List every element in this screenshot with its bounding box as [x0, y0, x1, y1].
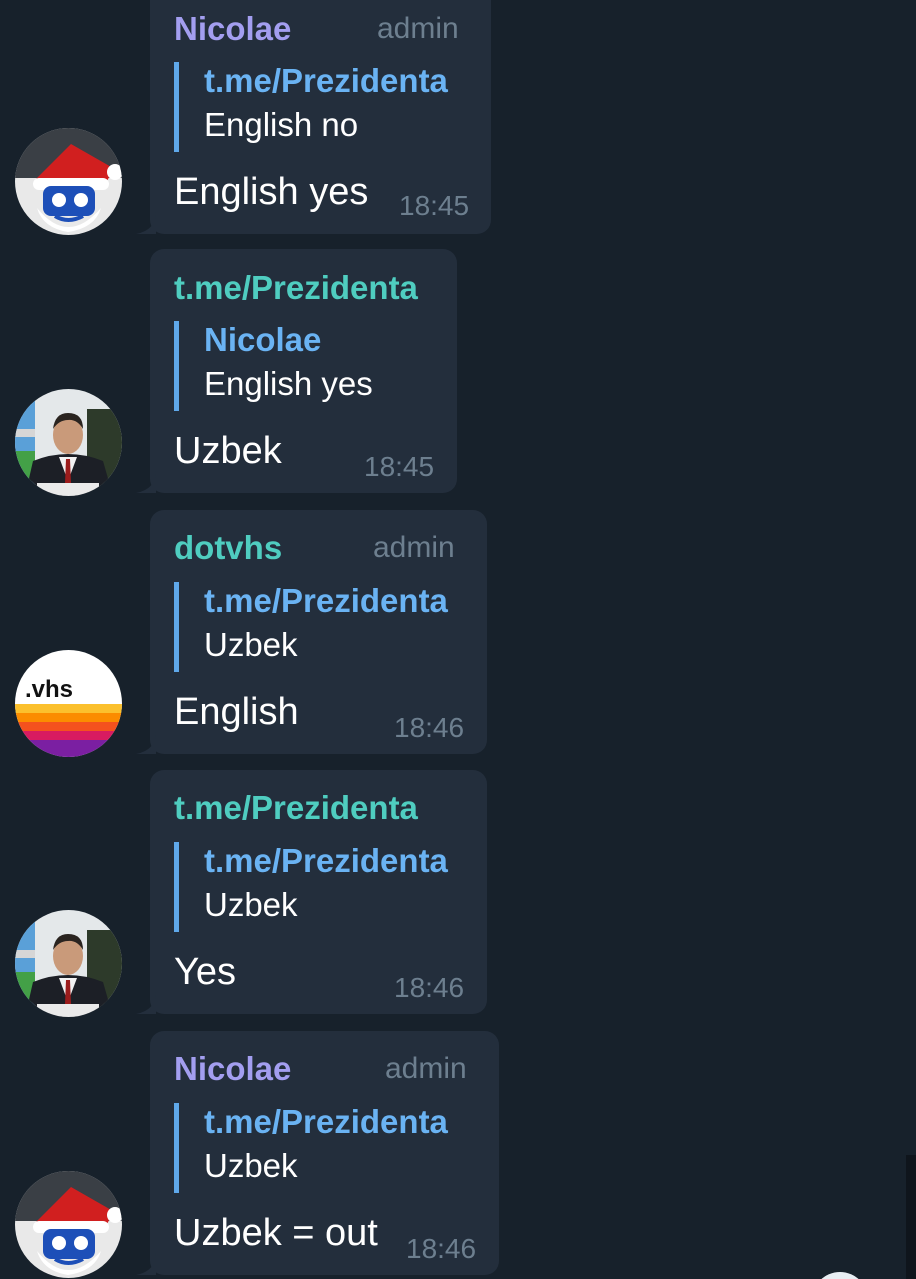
reply-quote[interactable]: t.me/Prezidenta Uzbek [174, 582, 448, 672]
sender-name[interactable]: t.me/Prezidenta [174, 269, 418, 307]
chat-history[interactable]: Nicolae admin t.me/Prezidenta English no… [0, 0, 916, 1279]
president-avatar-icon [15, 910, 122, 1017]
admin-badge: admin [377, 12, 459, 45]
message-time: 18:45 [364, 451, 435, 482]
bubble-tail [136, 212, 156, 234]
reply-sender: t.me/Prezidenta [204, 582, 448, 619]
message-bubble[interactable]: dotvhs admin t.me/Prezidenta Uzbek Engli… [136, 510, 487, 754]
message-bubble[interactable]: Nicolae admin t.me/Prezidenta Uzbek Uzbe… [136, 1031, 499, 1275]
message-text: Uzbek = out [174, 1212, 378, 1254]
avatar-dotvhs[interactable]: .vhs [15, 650, 122, 757]
bubble-tail [136, 992, 156, 1014]
reply-text: Uzbek [204, 1147, 298, 1184]
vhs-logo-text: .vhs [25, 676, 73, 703]
message-text: English [174, 691, 299, 733]
message-time: 18:46 [394, 712, 465, 743]
sender-name[interactable]: Nicolae [174, 10, 291, 48]
reply-sender: t.me/Prezidenta [204, 62, 448, 99]
reply-sender: t.me/Prezidenta [204, 1103, 448, 1140]
reply-sender: Nicolae [204, 321, 322, 358]
message-time: 18:45 [399, 190, 470, 221]
admin-badge: admin [373, 531, 455, 564]
message-text: English yes [174, 171, 369, 213]
reply-quote[interactable]: t.me/Prezidenta Uzbek [174, 842, 448, 932]
message-text: Yes [174, 951, 236, 993]
vhs-avatar-icon: .vhs [15, 650, 122, 757]
message-time: 18:46 [406, 1233, 477, 1264]
bubble-tail [136, 1253, 156, 1275]
avatar-nicolae[interactable] [15, 1171, 122, 1278]
admin-badge: admin [385, 1052, 467, 1085]
reply-text: English yes [204, 365, 373, 402]
sender-name[interactable]: Nicolae [174, 1050, 291, 1088]
reply-sender: t.me/Prezidenta [204, 842, 448, 879]
message-bubble[interactable]: t.me/Prezidenta t.me/Prezidenta Uzbek Ye… [136, 770, 487, 1014]
santa-avatar-icon [15, 1171, 122, 1278]
avatar-nicolae[interactable] [15, 128, 122, 235]
president-avatar-icon [15, 389, 122, 496]
message-text: Uzbek [174, 430, 282, 472]
reply-quote[interactable]: Nicolae English yes [174, 321, 373, 411]
sender-name[interactable]: dotvhs [174, 529, 282, 567]
avatar-prezidenta[interactable] [15, 910, 122, 1017]
message-time: 18:46 [394, 972, 465, 1003]
message-bubble[interactable]: Nicolae admin t.me/Prezidenta English no… [136, 0, 491, 234]
reply-text: Uzbek [204, 626, 298, 663]
sender-name[interactable]: t.me/Prezidenta [174, 789, 418, 827]
reply-text: English no [204, 106, 359, 143]
scroll-down-button[interactable] [812, 1272, 868, 1279]
scrollbar[interactable] [906, 1155, 916, 1279]
bubble-tail [136, 732, 156, 754]
reply-quote[interactable]: t.me/Prezidenta Uzbek [174, 1103, 448, 1193]
avatar-prezidenta[interactable] [15, 389, 122, 496]
bubble-tail [136, 471, 156, 493]
message-bubble[interactable]: t.me/Prezidenta Nicolae English yes Uzbe… [136, 249, 457, 493]
reply-quote[interactable]: t.me/Prezidenta English no [174, 62, 448, 152]
santa-avatar-icon [15, 128, 122, 235]
reply-text: Uzbek [204, 886, 298, 923]
